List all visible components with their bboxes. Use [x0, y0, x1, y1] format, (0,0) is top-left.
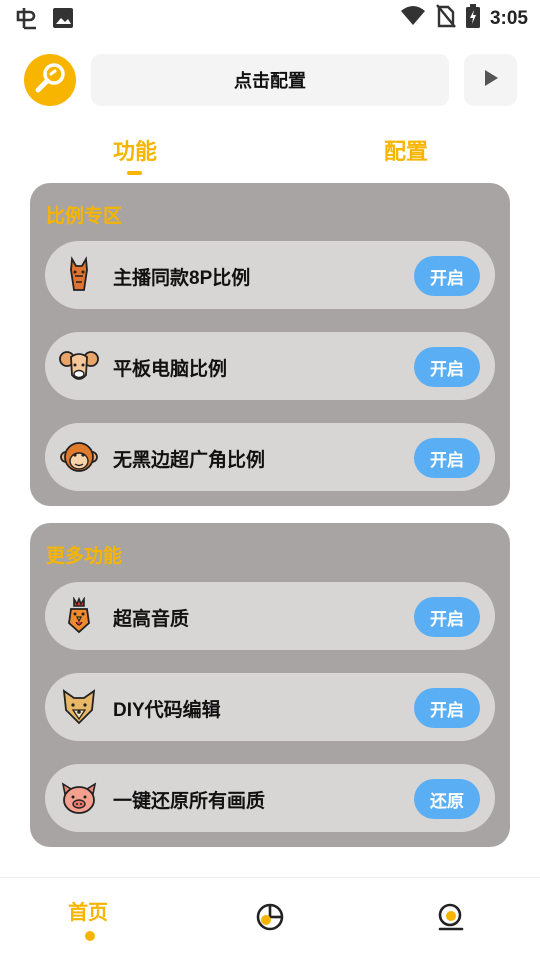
restore-button[interactable]: 还原: [414, 779, 480, 819]
panel-more-functions: 更多功能 超高音质 开启 DIY代码编辑 开启 一键还原所有画质 还原: [30, 523, 510, 847]
item-label: 平板电脑比例: [113, 359, 228, 380]
nav-active-dot: [85, 931, 95, 941]
enable-button[interactable]: 开启: [414, 438, 480, 478]
config-button[interactable]: 点击配置: [91, 54, 449, 106]
image-icon: [52, 7, 74, 34]
tab-indicator: [127, 171, 142, 175]
enable-button[interactable]: 开启: [414, 347, 480, 387]
clock: 3:05: [489, 7, 528, 29]
logo-button[interactable]: [24, 54, 76, 106]
wrench-icon: [33, 61, 67, 100]
list-item-hq-audio: 超高音质 开启: [45, 582, 495, 650]
panel-title: 比例专区: [46, 206, 123, 227]
enable-button[interactable]: 开启: [414, 688, 480, 728]
list-item-tablet-ratio: 平板电脑比例 开启: [45, 332, 495, 400]
list-item-diy-code-edit: DIY代码编辑 开启: [45, 673, 495, 741]
item-label: DIY代码编辑: [113, 700, 221, 721]
item-label: 超高音质: [113, 609, 190, 630]
panel-ratio: 比例专区 主播同款8P比例 开启 平板电脑比例 开启 无黑边超广角比例 开启: [30, 183, 510, 506]
item-label: 无黑边超广角比例: [113, 450, 266, 471]
bug-icon: [14, 6, 40, 35]
list-item-restore-all-quality: 一键还原所有画质 还原: [45, 764, 495, 832]
dog-icon: [59, 687, 99, 727]
item-label: 一键还原所有画质: [113, 791, 266, 812]
battery-charging-icon: [465, 4, 480, 33]
play-icon: [482, 69, 500, 92]
panel-title: 更多功能: [46, 546, 123, 567]
rooster-icon: [59, 596, 99, 636]
enable-button[interactable]: 开启: [414, 597, 480, 637]
nav-home[interactable]: 首页: [68, 896, 108, 925]
config-button-label: 点击配置: [234, 71, 306, 91]
list-item-anchor-8p-ratio: 主播同款8P比例 开启: [45, 241, 495, 309]
profile-icon[interactable]: [436, 902, 466, 932]
monkey-icon: [59, 437, 99, 477]
play-button[interactable]: [464, 54, 517, 106]
enable-button[interactable]: 开启: [414, 256, 480, 296]
list-item-ultrawide-ratio: 无黑边超广角比例 开启: [45, 423, 495, 491]
horse-icon: [59, 255, 99, 295]
no-sim-icon: [436, 4, 456, 33]
bottom-nav: 首页: [0, 877, 540, 960]
pig-icon: [59, 778, 99, 818]
status-bar: 3:05: [0, 0, 540, 36]
pie-chart-icon[interactable]: [255, 902, 285, 932]
tab-function[interactable]: 功能: [113, 134, 157, 166]
tab-config[interactable]: 配置: [384, 134, 428, 166]
app-header: 点击配置: [0, 52, 540, 108]
wifi-icon: [400, 5, 426, 32]
ram-icon: [59, 346, 99, 386]
item-label: 主播同款8P比例: [113, 268, 251, 289]
